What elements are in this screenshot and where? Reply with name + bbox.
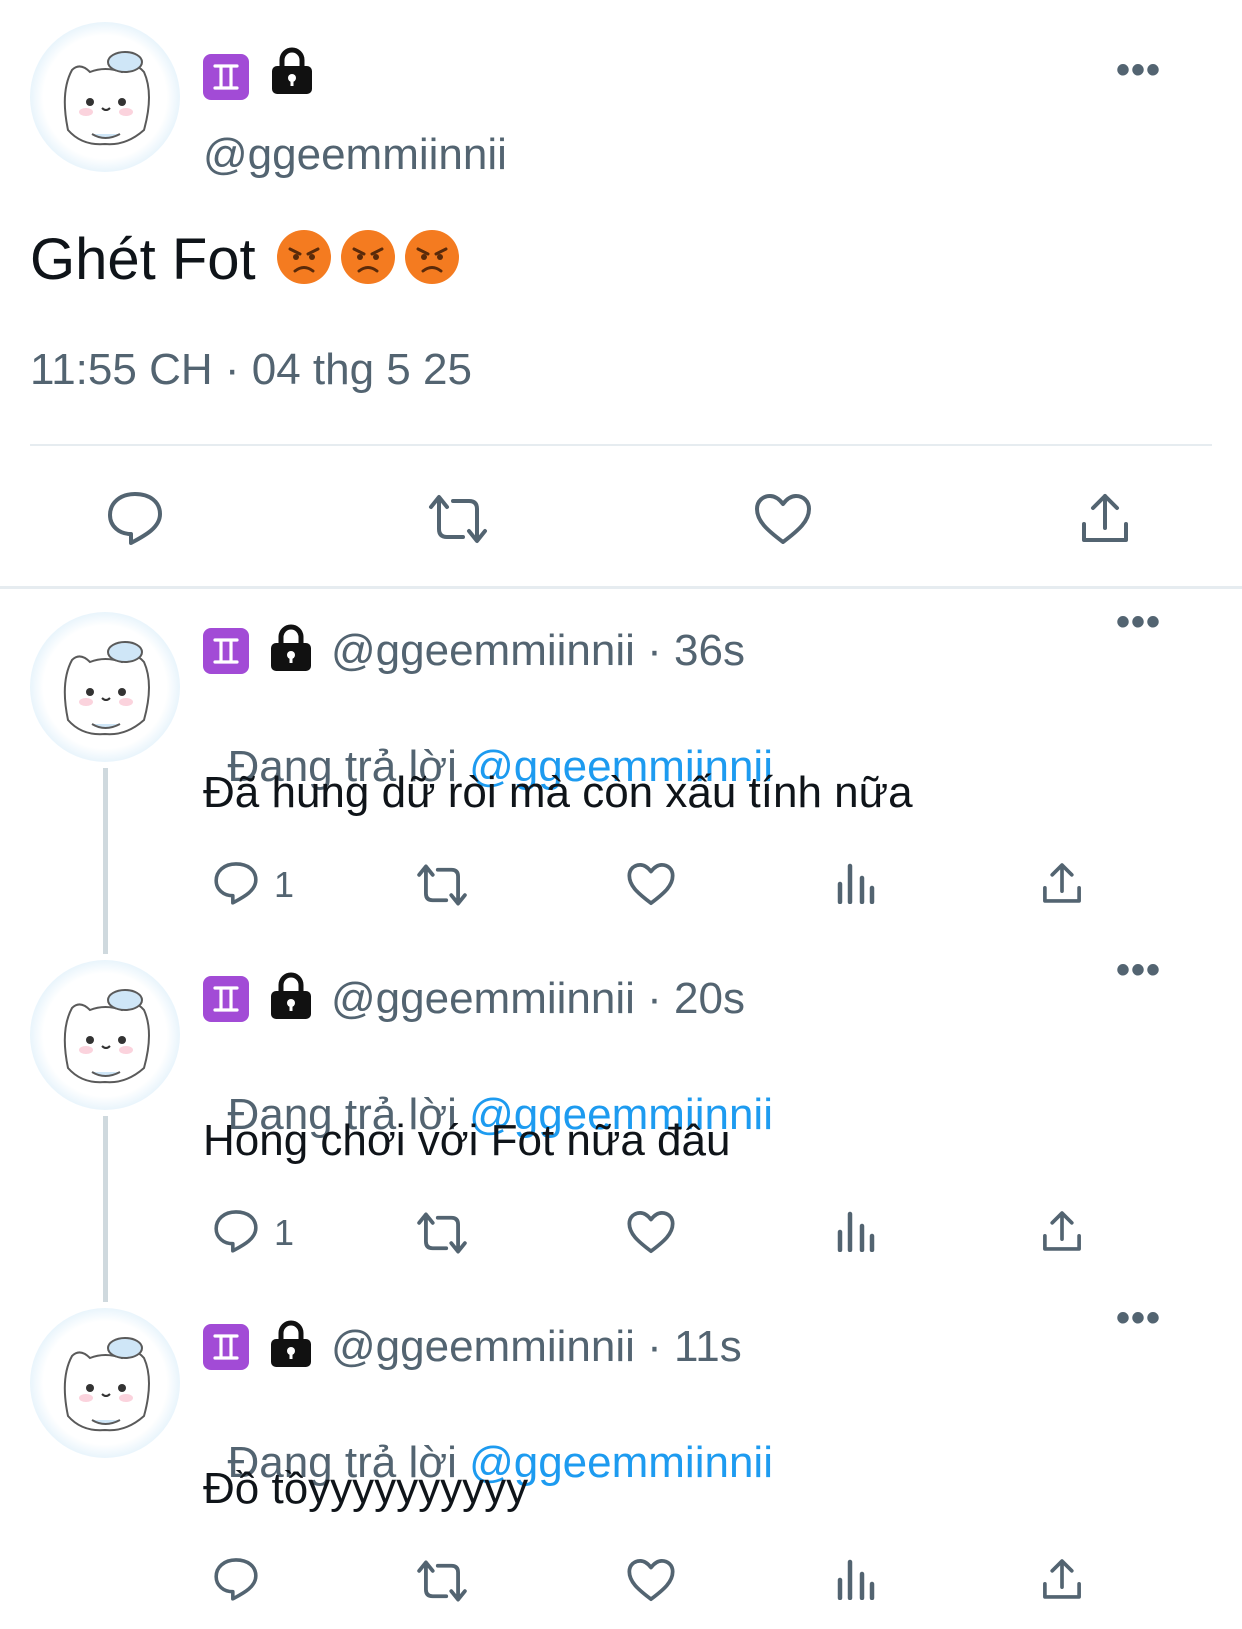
- gemini-icon: [203, 54, 249, 100]
- reply-text: Đồ tồyyyyyyyyyy: [203, 1464, 529, 1513]
- share-icon[interactable]: [1040, 860, 1084, 906]
- thread-line: [103, 1116, 108, 1302]
- retweet-icon[interactable]: [414, 1559, 470, 1603]
- lock-icon: [269, 971, 313, 1021]
- reply-header: @ggeemmiinnii · 20s: [203, 971, 745, 1024]
- more-options-icon[interactable]: •••: [1116, 602, 1161, 642]
- reply-text: Hong chơi với Fot nữa đâu: [203, 1116, 731, 1165]
- avatar[interactable]: [30, 1308, 180, 1458]
- reply-icon[interactable]: [213, 860, 259, 906]
- divider: [30, 444, 1212, 446]
- views-icon[interactable]: [836, 1208, 876, 1252]
- separator: ·: [634, 974, 675, 1023]
- like-icon[interactable]: [626, 1557, 676, 1603]
- reply-icon[interactable]: [106, 490, 164, 546]
- section-divider: [0, 586, 1242, 589]
- avatar[interactable]: [30, 22, 180, 172]
- angry-face-icon: [276, 229, 332, 290]
- handle[interactable]: @ggeemmiinnii: [203, 130, 507, 180]
- retweet-icon[interactable]: [414, 863, 470, 907]
- views-icon[interactable]: [836, 1556, 876, 1600]
- reply-header: @ggeemmiinnii · 36s: [203, 623, 745, 676]
- reply-count: 1: [274, 1212, 295, 1253]
- like-icon[interactable]: [626, 861, 676, 907]
- time-ago[interactable]: 11s: [674, 1322, 742, 1372]
- more-options-icon[interactable]: •••: [1116, 50, 1161, 90]
- gemini-icon: [203, 976, 249, 1022]
- like-icon[interactable]: [626, 1209, 676, 1255]
- reply-count: 1: [274, 864, 295, 905]
- lock-icon: [269, 623, 313, 673]
- handle[interactable]: @ggeemmiinnii: [331, 974, 635, 1024]
- more-options-icon[interactable]: •••: [1116, 1298, 1161, 1338]
- tweet-text-row: Ghét Fot: [30, 226, 460, 293]
- thread-line: [103, 768, 108, 954]
- angry-face-icon: [340, 229, 396, 290]
- more-options-icon[interactable]: •••: [1116, 950, 1161, 990]
- share-icon[interactable]: [1040, 1556, 1084, 1602]
- lock-icon: [270, 46, 314, 96]
- avatar[interactable]: [30, 612, 180, 762]
- time-ago[interactable]: 36s: [674, 626, 745, 676]
- retweet-icon[interactable]: [425, 493, 491, 545]
- share-icon[interactable]: [1040, 1208, 1084, 1254]
- separator: ·: [634, 1322, 675, 1371]
- separator: ·: [634, 626, 675, 675]
- handle[interactable]: @ggeemmiinnii: [331, 626, 635, 676]
- retweet-icon[interactable]: [414, 1211, 470, 1255]
- share-icon[interactable]: [1078, 490, 1132, 546]
- timestamp[interactable]: 11:55 CH · 04 thg 5 25: [30, 345, 472, 395]
- like-icon[interactable]: [753, 492, 813, 546]
- reply-icon[interactable]: [213, 1556, 259, 1602]
- gemini-icon: [203, 1324, 249, 1370]
- reply-text: Đã hung dữ ròi mà còn xấu tính nữa: [203, 768, 913, 817]
- views-icon[interactable]: [836, 860, 876, 904]
- tweet-text: Ghét Fot: [30, 227, 256, 292]
- angry-face-icon: [404, 229, 460, 290]
- lock-icon: [269, 1319, 313, 1369]
- reply-header: @ggeemmiinnii · 11s: [203, 1319, 742, 1372]
- time-ago[interactable]: 20s: [674, 974, 745, 1024]
- avatar[interactable]: [30, 960, 180, 1110]
- handle[interactable]: @ggeemmiinnii: [331, 1322, 635, 1372]
- reply-icon[interactable]: [213, 1208, 259, 1254]
- gemini-icon: [203, 628, 249, 674]
